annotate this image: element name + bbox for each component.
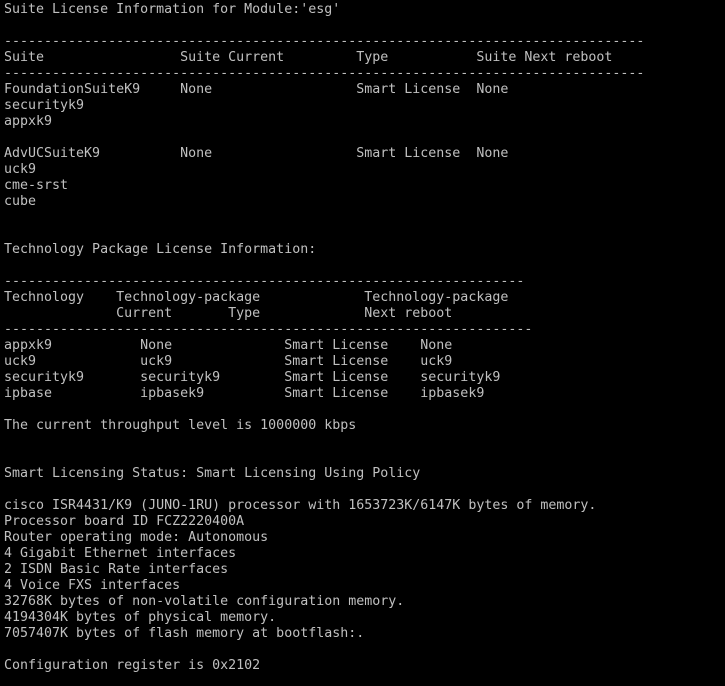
terminal-line: securityk9	[4, 98, 85, 113]
terminal-line: cisco ISR4431/K9 (JUNO-1RU) processor wi…	[4, 498, 597, 513]
terminal-line: Smart Licensing Status: Smart Licensing …	[4, 466, 421, 481]
terminal-line: securityk9 securityk9 Smart License secu…	[4, 370, 501, 385]
terminal-line: Processor board ID FCZ2220400A	[4, 514, 245, 529]
terminal-line: 2 ISDN Basic Rate interfaces	[4, 562, 229, 577]
terminal-line: 32768K bytes of non-volatile configurati…	[4, 594, 405, 609]
terminal-line: ----------------------------------------…	[4, 274, 525, 289]
terminal-window[interactable]: Suite License Information for Module:'es…	[0, 0, 725, 686]
terminal-line: Technology Package License Information:	[4, 242, 317, 257]
terminal-line: Technology Technology-package Technology…	[4, 290, 509, 305]
terminal-line: Router operating mode: Autonomous	[4, 530, 269, 545]
terminal-line: ----------------------------------------…	[4, 322, 533, 337]
terminal-line: Configuration register is 0x2102	[4, 658, 261, 673]
terminal-line: cme-srst	[4, 178, 69, 193]
terminal-line: 4 Voice FXS interfaces	[4, 578, 181, 593]
terminal-line: ipbase ipbasek9 Smart License ipbasek9	[4, 386, 485, 401]
terminal-line: appxk9	[4, 114, 53, 129]
terminal-line: AdvUCSuiteK9 None Smart License None	[4, 146, 509, 161]
terminal-line: appxk9 None Smart License None	[4, 338, 453, 353]
terminal-line: ----------------------------------------…	[4, 34, 645, 49]
terminal-line: 4 Gigabit Ethernet interfaces	[4, 546, 237, 561]
terminal-line: Current Type Next reboot	[4, 306, 453, 321]
terminal-line: FoundationSuiteK9 None Smart License Non…	[4, 82, 509, 97]
terminal-line: uck9 uck9 Smart License uck9	[4, 354, 453, 369]
terminal-line: uck9	[4, 162, 37, 177]
terminal-line: 4194304K bytes of physical memory.	[4, 610, 277, 625]
terminal-output: Suite License Information for Module:'es…	[4, 2, 725, 674]
terminal-line: 7057407K bytes of flash memory at bootfl…	[4, 626, 365, 641]
terminal-line: Suite Suite Current Type Suite Next rebo…	[4, 50, 613, 65]
terminal-line: cube	[4, 194, 37, 209]
terminal-line: Suite License Information for Module:'es…	[4, 2, 341, 17]
terminal-line: ----------------------------------------…	[4, 66, 645, 81]
terminal-line: The current throughput level is 1000000 …	[4, 418, 357, 433]
